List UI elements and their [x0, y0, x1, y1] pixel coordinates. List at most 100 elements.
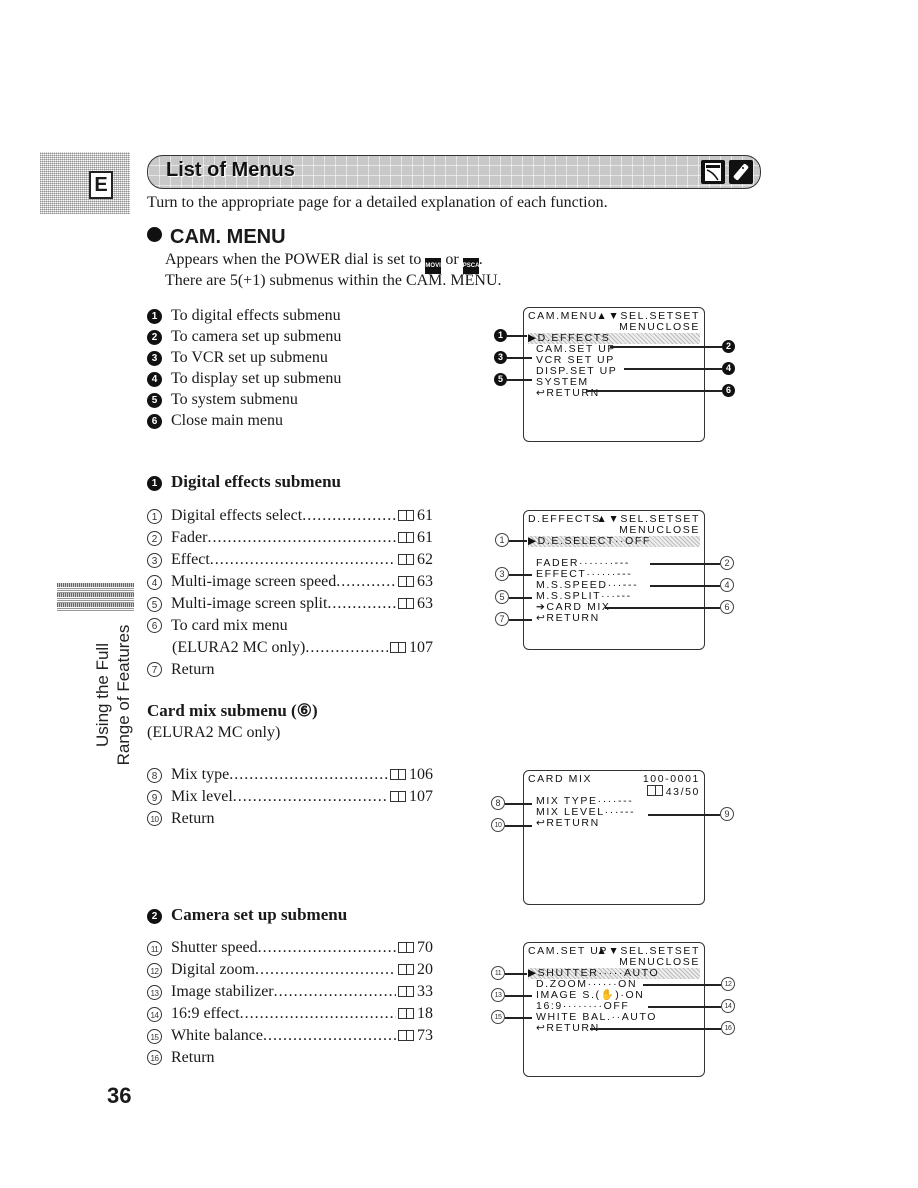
list-item: 6 Close main menu: [147, 410, 341, 431]
leader-line: [610, 346, 722, 348]
leader-line: [643, 984, 721, 986]
side-tab-stripes: [57, 583, 134, 611]
menu-screen-icon: [701, 160, 725, 184]
list-item: 10 Return: [147, 808, 433, 830]
cam-menu-heading: CAM. MENU: [147, 226, 286, 249]
leader-line: [650, 563, 720, 565]
camera-setup-list: 11Shutter speed70 12Digital zoom20 13Ima…: [147, 937, 433, 1069]
callout-6: 6: [720, 600, 734, 614]
cam-menu-screen: CAM.MENU ▲▼SEL.SETSET MENUCLOSE ▶D.EFFECT…: [523, 307, 705, 442]
book-icon: [398, 576, 414, 587]
book-icon: [390, 642, 406, 653]
list-item: 12Digital zoom20: [147, 959, 433, 981]
list-item: 9Mix level107: [147, 786, 433, 808]
list-item: 13Image stabilizer33: [147, 981, 433, 1003]
callout-10: 10: [491, 818, 505, 832]
list-item: 5 To system submenu: [147, 389, 341, 410]
leader-line: [509, 540, 527, 542]
book-icon: [398, 598, 414, 609]
leader-line: [586, 390, 722, 392]
page-title: List of Menus: [166, 159, 295, 181]
callout-8: 8: [491, 796, 505, 810]
page-number: 36: [107, 1083, 132, 1108]
card-mix-screen: CARD MIX 100-0001 43/50 MIX TYPE····--- M…: [523, 770, 705, 905]
list-item: 6 To card mix menu: [147, 615, 433, 637]
leader-line: [605, 607, 720, 609]
card-mix-note: (ELURA2 MC only): [147, 724, 281, 741]
callout-2: 2: [720, 556, 734, 570]
book-icon: [398, 510, 414, 521]
leader-line: [648, 1006, 721, 1008]
digital-effects-list: 1Digital effects select61 2Fader61 3Effe…: [147, 505, 433, 681]
remote-control-icon: [729, 160, 753, 184]
list-item: 11Shutter speed70: [147, 937, 433, 959]
card-mix-heading: Card mix submenu (⑥): [147, 701, 318, 720]
callout-1: 1: [494, 329, 507, 342]
card-mix-list: 8Mix type106 9Mix level107 10Return: [147, 764, 433, 830]
book-icon: [390, 769, 406, 780]
book-icon: [398, 942, 414, 953]
callout-13: 13: [491, 988, 505, 1002]
list-item: 3Effect62: [147, 549, 433, 571]
digital-effects-heading: 1 Digital effects submenu: [147, 472, 341, 492]
list-item: 2 To camera set up submenu: [147, 326, 341, 347]
callout-16: 16: [721, 1021, 735, 1035]
book-icon: [398, 532, 414, 543]
leader-line: [507, 357, 532, 359]
callout-2: 2: [722, 340, 735, 353]
book-icon: [398, 1008, 414, 1019]
list-item: 1416:9 effect18: [147, 1003, 433, 1025]
list-item: 5Multi-image screen split63: [147, 593, 433, 615]
book-icon: [398, 1030, 414, 1041]
callout-4: 4: [722, 362, 735, 375]
intro-text: Turn to the appropriate page for a detai…: [147, 194, 608, 211]
book-icon: [390, 791, 406, 802]
leader-line: [509, 574, 532, 576]
list-item: 2Fader61: [147, 527, 433, 549]
section-tab: E: [40, 152, 130, 214]
leader-line: [505, 825, 532, 827]
leader-line: [507, 379, 532, 381]
list-item: 16 Return: [147, 1047, 433, 1069]
list-item: 4 To display set up submenu: [147, 368, 341, 389]
side-tab-label: Using the Full Range of Features: [93, 624, 133, 766]
camera-setup-screen: CAM.SET UP ▲▼SEL.SETSET MENUCLOSE ▶SHUTTE…: [523, 942, 705, 1077]
leader-line: [590, 1028, 721, 1030]
callout-11: 11: [491, 966, 505, 980]
card-icon: [646, 785, 663, 796]
callout-5: 5: [495, 590, 509, 604]
digital-effects-screen: D.EFFECTS ▲▼SEL.SETSET MENUCLOSE ▶D.E.SEL…: [523, 510, 705, 650]
callout-7: 7: [495, 612, 509, 626]
camera-setup-heading: 2 Camera set up submenu: [147, 905, 347, 925]
screen-line-selected: ▶D.E.SELECT··OFF: [528, 536, 700, 547]
list-item: 15White balance73: [147, 1025, 433, 1047]
leader-line: [505, 995, 532, 997]
leader-line: [648, 814, 720, 816]
list-item: 8Mix type106: [147, 764, 433, 786]
page-title-bar: List of Menus: [147, 155, 761, 189]
callout-3: 3: [494, 351, 507, 364]
book-icon: [398, 986, 414, 997]
list-item: 7 Return: [147, 659, 433, 681]
leader-line: [509, 619, 532, 621]
book-icon: [398, 554, 414, 565]
callout-15: 15: [491, 1010, 505, 1024]
callout-6: 6: [722, 384, 735, 397]
callout-4: 4: [720, 578, 734, 592]
cam-menu-submenu-count: There are 5(+1) submenus within the CAM.…: [165, 272, 502, 289]
leader-line: [509, 597, 532, 599]
callout-9: 9: [720, 807, 734, 821]
leader-line: [505, 1017, 532, 1019]
leader-line: [505, 973, 527, 975]
leader-line: [507, 335, 527, 337]
callout-12: 12: [721, 977, 735, 991]
bullet-icon: [147, 227, 162, 242]
cam-menu-list: 1 To digital effects submenu 2 To camera s…: [147, 305, 341, 431]
leader-line: [505, 803, 532, 805]
book-icon: [398, 964, 414, 975]
language-tab-letter: E: [89, 171, 113, 199]
leader-line: [624, 368, 722, 370]
list-item: 1Digital effects select61: [147, 505, 433, 527]
list-item: 3 To VCR set up submenu: [147, 347, 341, 368]
list-item: 4Multi-image screen speed63: [147, 571, 433, 593]
